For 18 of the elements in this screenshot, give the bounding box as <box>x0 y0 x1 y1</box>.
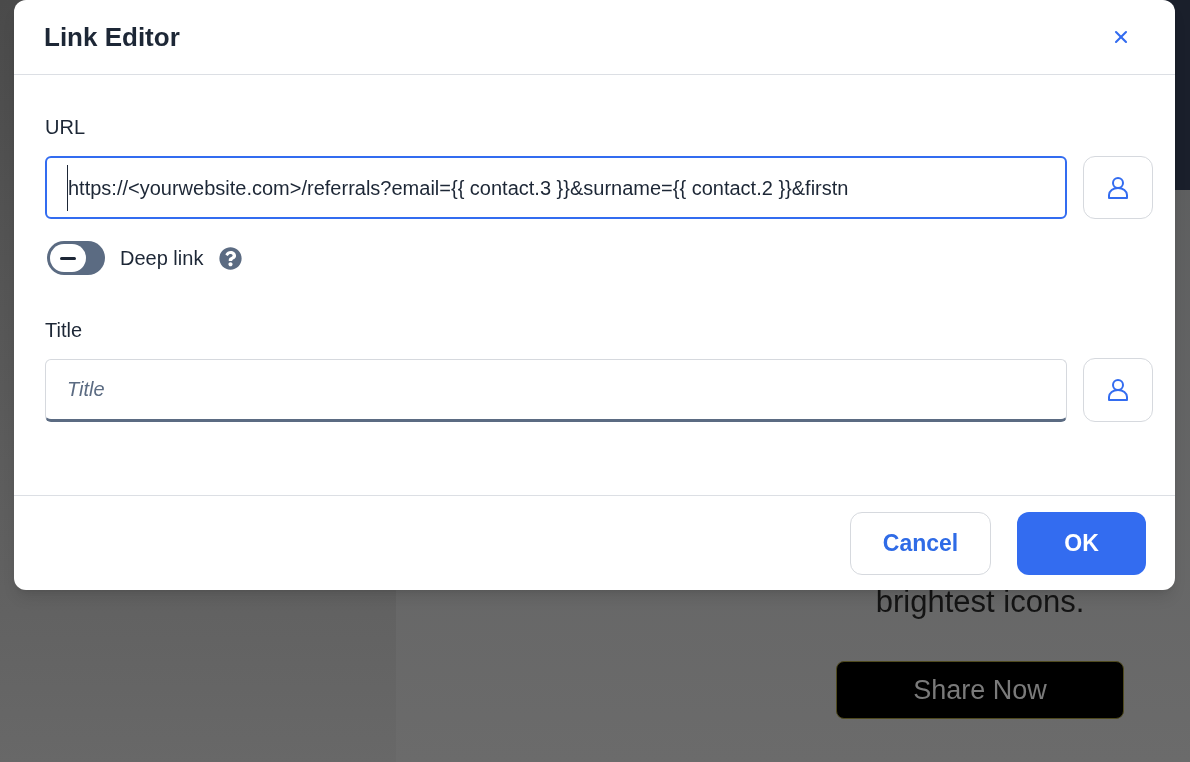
user-button[interactable] <box>1083 156 1153 219</box>
tagline-text: brightest icons. <box>875 584 1085 620</box>
help-icon <box>219 246 243 270</box>
cancel-button[interactable]: Cancel <box>850 511 991 575</box>
minus-icon <box>60 256 76 260</box>
deep-link-toggle[interactable] <box>47 241 105 275</box>
deep-link-label: Deep link <box>120 246 204 271</box>
share-now-button[interactable]: Share Now <box>836 661 1124 719</box>
url-field[interactable]: https://<yourwebsite.com>/referrals?email={{ contact.3 }}&surname={{ contact.2 }}&firstn <box>45 156 1067 219</box>
person-icon <box>1108 176 1128 199</box>
text-cursor <box>67 164 68 211</box>
ok-button[interactable]: OK <box>1017 511 1146 575</box>
title-label: Title <box>45 318 83 342</box>
dialog-title: Link Editor <box>44 20 180 54</box>
user-button[interactable] <box>1083 358 1153 422</box>
title-field[interactable]: Title <box>45 358 1067 422</box>
person-icon <box>1108 379 1128 401</box>
url-label: URL <box>45 115 85 139</box>
